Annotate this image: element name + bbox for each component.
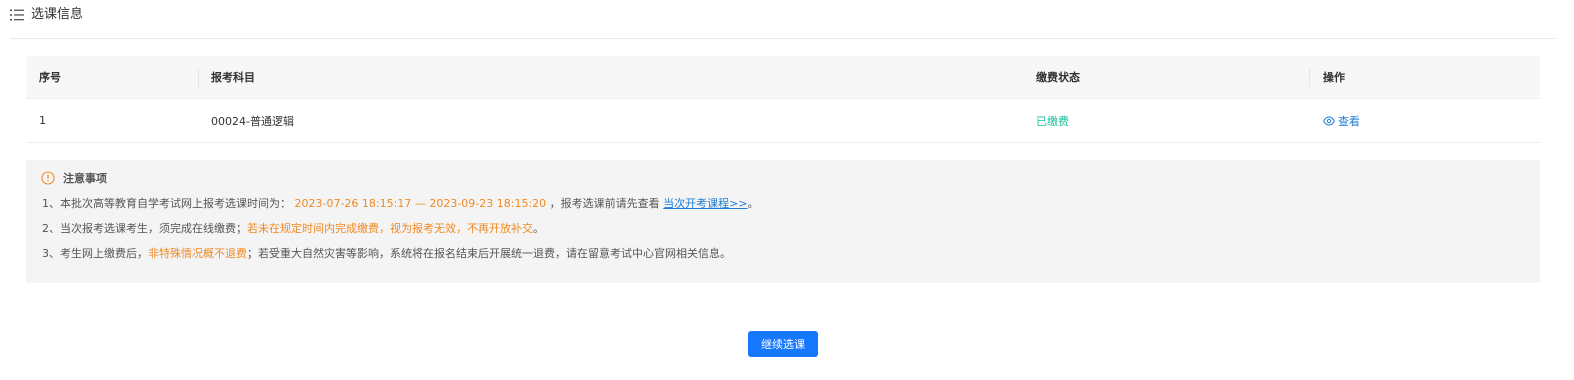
course-table: 序号 报考科目 缴费状态 操作 1 00024-普通逻辑 已缴费 查看 bbox=[26, 56, 1540, 143]
notice-line-3-suffix: ；若受重大自然灾害等影响，系统将在报名结束后开展统一退费，请在留意考试中心官网相… bbox=[247, 247, 731, 260]
header-index: 序号 bbox=[39, 71, 61, 84]
row-subject: 00024-普通逻辑 bbox=[211, 114, 294, 128]
notice-line-2-suffix: 。 bbox=[533, 222, 544, 235]
notice-title: 注意事项 bbox=[63, 172, 107, 185]
notice-box: 注意事项 1、本批次高等教育自学考试网上报考选课时间为： 2023-07-26 … bbox=[26, 160, 1540, 283]
list-icon bbox=[10, 9, 24, 21]
header-action: 操作 bbox=[1323, 71, 1345, 84]
row-index: 1 bbox=[39, 114, 46, 127]
notice-line-3: 3、考生网上缴费后，非特殊情况概不退费；若受重大自然灾害等影响，系统将在报名结束… bbox=[42, 245, 731, 261]
continue-selection-button[interactable]: 继续选课 bbox=[748, 331, 818, 357]
header-subject: 报考科目 bbox=[211, 71, 255, 84]
notice-line-3-prefix: 3、考生网上缴费后， bbox=[42, 247, 148, 260]
notice-line-1-middle: ，报考选课前请先查看 bbox=[549, 197, 660, 210]
eye-icon bbox=[1323, 115, 1335, 126]
column-divider bbox=[198, 68, 199, 87]
current-courses-link[interactable]: 当次开考课程>> bbox=[663, 197, 747, 210]
notice-line-1-prefix: 1、本批次高等教育自学考试网上报考选课时间为： bbox=[42, 197, 291, 210]
column-divider bbox=[1309, 68, 1310, 87]
table-header: 序号 报考科目 缴费状态 操作 bbox=[26, 56, 1540, 99]
notice-line-3-highlight: 非特殊情况概不退费 bbox=[148, 247, 247, 260]
section-header: 选课信息 bbox=[10, 0, 1556, 39]
notice-line-1-suffix: 。 bbox=[747, 197, 759, 210]
selection-time-range: 2023-07-26 18:15:17 — 2023-09-23 18:15:2… bbox=[294, 197, 547, 210]
section-title: 选课信息 bbox=[31, 7, 84, 22]
notice-line-2-highlight: 若未在规定时间内完成缴费，视为报考无效，不再开放补交 bbox=[247, 222, 533, 235]
view-link[interactable]: 查看 bbox=[1323, 99, 1360, 142]
table-row: 1 00024-普通逻辑 已缴费 查看 bbox=[26, 99, 1540, 143]
notice-line-2: 2、当次报考选课考生，须完成在线缴费；若未在规定时间内完成缴费，视为报考无效，不… bbox=[42, 220, 544, 236]
header-status: 缴费状态 bbox=[1036, 71, 1080, 84]
view-link-label: 查看 bbox=[1338, 114, 1360, 128]
notice-line-1: 1、本批次高等教育自学考试网上报考选课时间为： 2023-07-26 18:15… bbox=[42, 195, 759, 211]
status-badge: 已缴费 bbox=[1036, 114, 1069, 128]
warning-circle-icon bbox=[41, 171, 55, 185]
notice-header: 注意事项 bbox=[41, 170, 107, 186]
course-selection-page: 选课信息 序号 报考科目 缴费状态 操作 1 00024-普通逻辑 已缴费 查看 bbox=[0, 0, 1574, 380]
notice-line-2-prefix: 2、当次报考选课考生，须完成在线缴费； bbox=[42, 222, 247, 235]
